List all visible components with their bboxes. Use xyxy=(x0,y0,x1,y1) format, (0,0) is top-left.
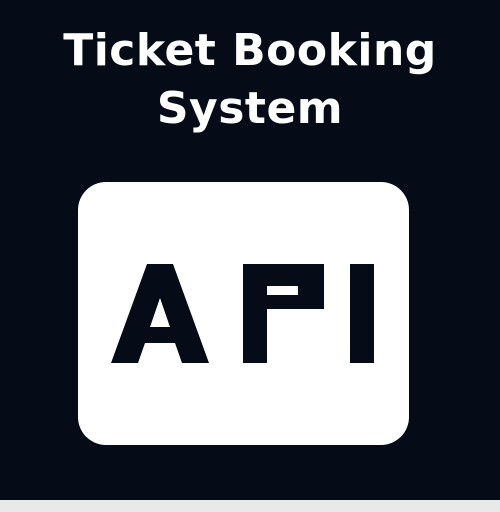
api-letter-i xyxy=(350,264,374,363)
title-line-1: Ticket Booking xyxy=(63,25,437,76)
api-glyph xyxy=(111,264,374,363)
api-icon xyxy=(78,182,409,445)
title-line-2: System xyxy=(156,83,344,134)
api-letter-a xyxy=(111,264,209,363)
bottom-strip xyxy=(0,500,500,512)
api-letter-p xyxy=(243,264,324,363)
cover-canvas: Ticket Booking System xyxy=(0,0,500,500)
page-title: Ticket Booking System xyxy=(0,22,500,138)
